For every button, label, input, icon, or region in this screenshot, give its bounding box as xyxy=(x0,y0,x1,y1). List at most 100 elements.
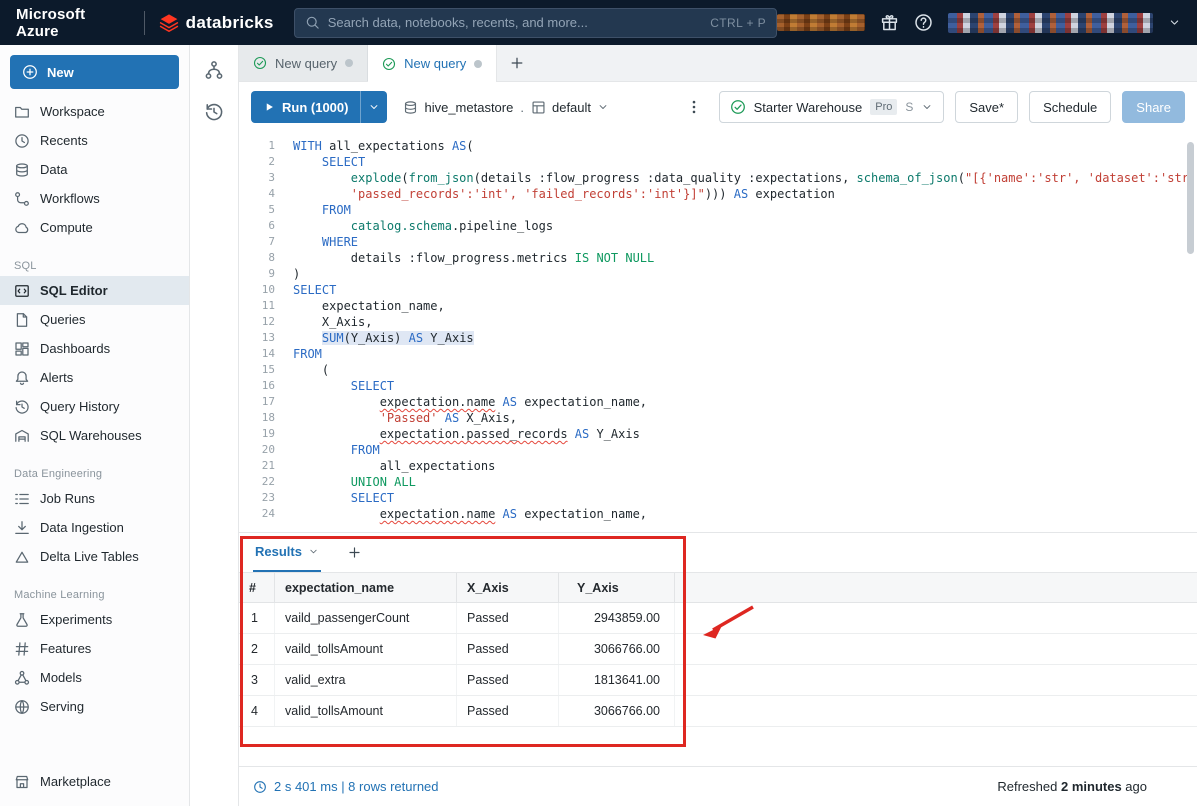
sidebar-item-workspace[interactable]: Workspace xyxy=(0,97,189,126)
code-line-10[interactable]: 10 SELECT xyxy=(239,282,1197,298)
refreshed-time: 2 minutes xyxy=(1060,779,1122,794)
azure-logo-text[interactable]: Microsoft Azure xyxy=(16,6,130,40)
results-tab[interactable]: Results xyxy=(253,533,321,572)
sidebar-item-recents[interactable]: Recents xyxy=(0,126,189,155)
execution-stats-text: 2 s 401 ms | 8 rows returned xyxy=(274,779,439,794)
table-row[interactable]: 2 vaild_tollsAmount Passed 3066766.00 xyxy=(239,634,1197,665)
run-button[interactable]: Run (1000) xyxy=(251,91,388,123)
line-number: 15 xyxy=(261,363,275,376)
add-result-tab-icon[interactable] xyxy=(347,545,362,560)
tab-new-query-1[interactable]: New query xyxy=(239,45,369,81)
sidebar-item-dashboards[interactable]: Dashboards xyxy=(0,334,189,363)
run-button-main[interactable]: Run (1000) xyxy=(251,91,360,123)
code-text: 'Passed' AS X_Axis, xyxy=(379,411,517,425)
table-row[interactable]: 1 vaild_passengerCount Passed 2943859.00 xyxy=(239,603,1197,634)
code-line-5[interactable]: 5 FROM xyxy=(239,202,1197,218)
code-line-7[interactable]: 7 WHERE xyxy=(239,234,1197,250)
sidebar-item-compute[interactable]: Compute xyxy=(0,213,189,242)
plus-icon[interactable] xyxy=(509,55,525,71)
code-line-3[interactable]: 3 explode(from_json(details :flow_progre… xyxy=(239,170,1197,186)
row-index-cell: 3 xyxy=(239,665,275,695)
code-line-19[interactable]: 19 expectation.passed_records AS Y_Axis xyxy=(239,426,1197,442)
table-row[interactable]: 4 valid_tollsAmount Passed 3066766.00 xyxy=(239,696,1197,727)
run-options-button[interactable] xyxy=(360,91,387,123)
tab-new-query-2[interactable]: New query xyxy=(368,45,498,82)
check-circle-icon xyxy=(382,57,396,71)
clock-icon xyxy=(253,780,267,794)
line-number: 9 xyxy=(268,267,275,280)
sidebar-item-alerts[interactable]: Alerts xyxy=(0,363,189,392)
sidebar-item-serving[interactable]: Serving xyxy=(0,692,189,721)
y-axis-cell: 3066766.00 xyxy=(559,696,675,726)
execution-stats[interactable]: 2 s 401 ms | 8 rows returned xyxy=(253,779,439,794)
sidebar-item-data[interactable]: Data xyxy=(0,155,189,184)
databricks-logo[interactable]: databricks xyxy=(159,13,274,33)
code-line-20[interactable]: 20 FROM xyxy=(239,442,1197,458)
kebab-menu-icon[interactable] xyxy=(686,99,702,115)
schema-browser-icon[interactable] xyxy=(204,60,224,80)
code-line-16[interactable]: 16 SELECT xyxy=(239,378,1197,394)
column-header-expectation-name[interactable]: expectation_name xyxy=(275,573,457,602)
column-header-y-axis[interactable]: Y_Axis xyxy=(559,573,675,602)
sidebar-item-features[interactable]: Features xyxy=(0,634,189,663)
sidebar-item-query-history[interactable]: Query History xyxy=(0,392,189,421)
code-line-14[interactable]: 14 FROM xyxy=(239,346,1197,362)
line-number: 19 xyxy=(261,427,275,440)
code-line-2[interactable]: 2 SELECT xyxy=(239,154,1197,170)
editor-scrollbar-thumb[interactable] xyxy=(1187,142,1194,254)
sidebar-item-sql-editor[interactable]: SQL Editor xyxy=(0,276,189,305)
help-icon[interactable] xyxy=(914,13,933,32)
redacted-account-info[interactable] xyxy=(948,12,1153,33)
sql-editor[interactable]: 1 WITH all_expectations AS(2 SELECT 3 expl… xyxy=(239,132,1197,532)
column-header-x-axis[interactable]: X_Axis xyxy=(457,573,559,602)
gift-icon[interactable] xyxy=(880,13,899,32)
sidebar-item-models[interactable]: Models xyxy=(0,663,189,692)
sidebar-item-workflows[interactable]: Workflows xyxy=(0,184,189,213)
history-icon[interactable] xyxy=(204,102,224,122)
sidebar-item-data-ingestion[interactable]: Data Ingestion xyxy=(0,513,189,542)
sidebar-item-marketplace[interactable]: Marketplace xyxy=(0,767,189,796)
code-line-21[interactable]: 21 all_expectations xyxy=(239,458,1197,474)
alerts-icon xyxy=(14,370,30,386)
code-line-1[interactable]: 1 WITH all_expectations AS( xyxy=(239,138,1197,154)
code-text: expectation_name, xyxy=(293,299,445,313)
sidebar-item-experiments[interactable]: Experiments xyxy=(0,605,189,634)
line-number: 18 xyxy=(261,411,275,424)
code-line-23[interactable]: 23 SELECT xyxy=(239,490,1197,506)
data-icon xyxy=(14,162,30,178)
code-line-22[interactable]: 22 UNION ALL xyxy=(239,474,1197,490)
new-button[interactable]: New xyxy=(10,55,179,89)
code-line-6[interactable]: 6 catalog.schema.pipeline_logs xyxy=(239,218,1197,234)
save-button[interactable]: Save* xyxy=(955,91,1019,123)
sidebar-item-delta-live-tables[interactable]: Delta Live Tables xyxy=(0,542,189,571)
search-placeholder: Search data, notebooks, recents, and mor… xyxy=(327,15,588,30)
catalog-schema-selector[interactable]: hive_metastore . default xyxy=(403,100,609,115)
global-search-input[interactable]: Search data, notebooks, recents, and mor… xyxy=(293,7,777,38)
run-button-label: Run (1000) xyxy=(282,99,349,115)
code-line-15[interactable]: 15 ( xyxy=(239,362,1197,378)
code-line-8[interactable]: 8 details :flow_progress.metrics IS NOT … xyxy=(239,250,1197,266)
results-table-header: # expectation_name X_Axis Y_Axis xyxy=(239,573,1197,603)
column-header-[interactable]: # xyxy=(239,573,275,602)
sidebar-main-nav: Workspace Recents Data Workflows Compute xyxy=(0,97,189,242)
code-line-24[interactable]: 24 expectation.name AS expectation_name, xyxy=(239,506,1197,522)
code-line-4[interactable]: 4 'passed_records':'int', 'failed_record… xyxy=(239,186,1197,202)
sidebar-item-label: Data Ingestion xyxy=(40,520,124,535)
warehouse-selector[interactable]: Starter Warehouse Pro S xyxy=(718,91,945,123)
code-line-11[interactable]: 11 expectation_name, xyxy=(239,298,1197,314)
sidebar-item-queries[interactable]: Queries xyxy=(0,305,189,334)
code-line-12[interactable]: 12 X_Axis, xyxy=(239,314,1197,330)
share-button[interactable]: Share xyxy=(1122,91,1185,123)
sidebar-item-job-runs[interactable]: Job Runs xyxy=(0,484,189,513)
code-text: FROM xyxy=(293,347,322,361)
code-text: X_Axis, xyxy=(293,315,373,329)
chevron-down-icon[interactable] xyxy=(1168,16,1181,29)
table-row[interactable]: 3 valid_extra Passed 1813641.00 xyxy=(239,665,1197,696)
schedule-button[interactable]: Schedule xyxy=(1029,91,1112,123)
code-line-17[interactable]: 17 expectation.name AS expectation_name, xyxy=(239,394,1197,410)
code-line-9[interactable]: 9) xyxy=(239,266,1197,282)
code-line-13[interactable]: 13 SUM(Y_Axis) AS Y_Axis xyxy=(239,330,1197,346)
code-line-18[interactable]: 18 'Passed' AS X_Axis, xyxy=(239,410,1197,426)
sidebar-item-sql-warehouses[interactable]: SQL Warehouses xyxy=(0,421,189,450)
code-lines: 1 WITH all_expectations AS(2 SELECT 3 expl… xyxy=(239,138,1197,522)
